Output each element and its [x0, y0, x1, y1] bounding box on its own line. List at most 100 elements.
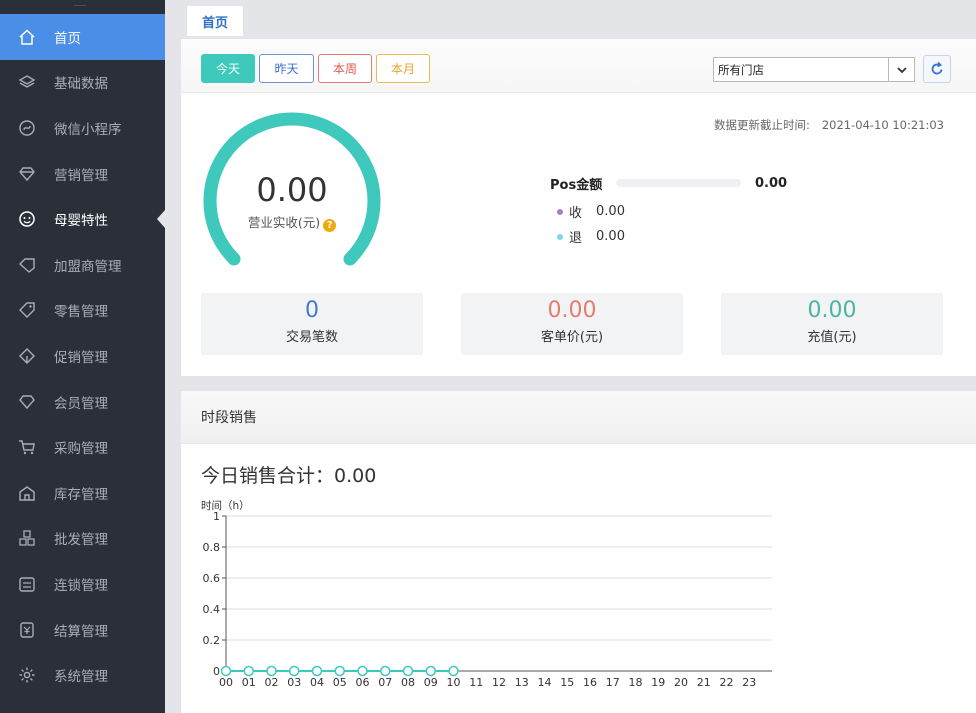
x-tick-label: 09: [424, 676, 438, 689]
x-tick-label: 10: [447, 676, 461, 689]
store-select-value: 所有门店: [718, 62, 764, 77]
sidebar-item-0[interactable]: 首页: [0, 14, 165, 60]
sidebar-collapse-handle[interactable]: [0, 0, 165, 14]
sidebar-item-13[interactable]: 结算管理: [0, 607, 165, 653]
refund-dot-icon: [557, 233, 563, 240]
data-point: [220, 665, 232, 677]
pos-amount-label: Pos金额: [550, 177, 603, 193]
hourly-sales-title: 时段销售: [181, 391, 976, 444]
x-tick-label: 18: [629, 676, 643, 689]
sidebar-item-label: 会员管理: [54, 395, 108, 412]
refresh-button[interactable]: [923, 55, 951, 83]
pos-income: 收 0.00: [557, 202, 625, 221]
home-icon: [17, 27, 37, 47]
sidebar-item-4[interactable]: 母婴特性: [0, 196, 165, 242]
pos-income-label: 收: [569, 206, 583, 221]
sidebar-item-5[interactable]: 加盟商管理: [0, 242, 165, 288]
sidebar-item-10[interactable]: 库存管理: [0, 470, 165, 516]
sidebar-item-1[interactable]: 基础数据: [0, 60, 165, 106]
sidebar-item-label: 首页: [54, 30, 81, 47]
pos-amount-row: Pos金额 0.00: [550, 175, 788, 193]
y-tick-label: 0.8: [203, 541, 221, 554]
sidebar-item-12[interactable]: 连锁管理: [0, 561, 165, 607]
settlement-icon: [17, 620, 37, 640]
y-tick-label: 0.6: [203, 572, 221, 585]
stat-value: 0.00: [547, 298, 597, 323]
data-point: [289, 665, 300, 677]
stat-label: 交易笔数: [285, 330, 338, 345]
sidebar-item-9[interactable]: 采购管理: [0, 424, 165, 470]
help-icon[interactable]: ?: [323, 219, 337, 232]
hourly-sales-card: 时段销售 今日销售合计：0.00 时间（h） 0 0.2 0.4 0.6 0.8 1 00 0…: [181, 391, 976, 713]
sidebar-item-label: 基础数据: [54, 76, 108, 93]
refresh-icon: [931, 61, 943, 75]
x-tick-label: 04: [310, 676, 324, 689]
period-week-button[interactable]: 本周: [318, 54, 372, 83]
sidebar-item-2[interactable]: 微信小程序: [0, 105, 165, 151]
x-tick-label: 21: [697, 676, 711, 689]
sidebar-item-14[interactable]: 系统管理: [0, 652, 165, 698]
franchise-icon: [17, 255, 37, 275]
x-tick-label: 16: [583, 676, 597, 689]
gauge-value: 0.00: [256, 171, 328, 209]
pos-income-value: 0.00: [596, 204, 625, 219]
sidebar-item-3[interactable]: 营销管理: [0, 151, 165, 197]
y-tick-label: 0.2: [203, 634, 221, 647]
data-point: [448, 665, 459, 677]
sidebar-item-label: 结算管理: [54, 623, 108, 640]
sidebar-item-7[interactable]: 促销管理: [0, 333, 165, 379]
stat-recharge: 0.00 充值(元): [721, 293, 943, 355]
sidebar-item-label: 零售管理: [54, 304, 108, 321]
warehouse-icon: [17, 483, 37, 503]
sidebar-item-label: 促销管理: [54, 349, 108, 366]
x-tick-label: 05: [333, 676, 347, 689]
store-select[interactable]: 所有门店: [713, 57, 915, 82]
x-tick-label: 22: [720, 676, 734, 689]
chevron-down-icon[interactable]: [888, 58, 914, 81]
period-yesterday-button[interactable]: 昨天: [259, 54, 314, 83]
stat-avg-price: 0.00 客单价(元): [461, 293, 683, 355]
x-tick-label: 08: [401, 676, 415, 689]
sidebar-item-label: 批发管理: [54, 532, 108, 549]
sidebar-item-label: 采购管理: [54, 441, 108, 458]
x-tick-label: 00: [219, 676, 233, 689]
hourly-sales-chart: 00.20.40.60.8100 01 02 03 04 05 06 07 08 09 10 11 12…: [203, 511, 772, 689]
stat-value: 0: [305, 298, 319, 323]
miniprogram-icon: [17, 118, 37, 138]
sidebar-item-11[interactable]: 批发管理: [0, 516, 165, 562]
cart-icon: [17, 437, 37, 457]
income-dot-icon: [557, 208, 563, 215]
pos-amount-value: 0.00: [755, 175, 788, 191]
promo-icon: [17, 346, 37, 366]
x-tick-label: 23: [742, 676, 756, 689]
sidebar-item-6[interactable]: 零售管理: [0, 288, 165, 334]
gauge-label-text: 营业实收(元): [247, 215, 321, 230]
x-tick-label: 07: [378, 676, 392, 689]
sidebar-item-label: 系统管理: [54, 669, 108, 686]
tab-home[interactable]: 首页: [187, 6, 243, 36]
x-tick-label: 03: [287, 676, 301, 689]
boxes-icon: [17, 528, 37, 548]
data-point: [357, 665, 368, 677]
period-month-button[interactable]: 本月: [376, 54, 430, 83]
x-tick-label: 15: [560, 676, 574, 689]
layers-icon: [17, 72, 37, 92]
data-point: [311, 665, 323, 677]
tag-icon: [17, 300, 37, 320]
member-icon: [17, 392, 37, 412]
pos-refund-value: 0.00: [596, 229, 625, 244]
update-time: 数据更新截止时间: 2021-04-10 10:21:03: [714, 117, 944, 133]
y-tick-label: 0.4: [203, 603, 221, 616]
x-tick-label: 01: [242, 676, 256, 689]
pos-refund-label: 退: [569, 231, 583, 246]
data-point: [380, 665, 391, 677]
sidebar-item-label: 营销管理: [54, 167, 108, 184]
x-tick-label: 11: [469, 676, 483, 689]
update-time-label: 数据更新截止时间:: [713, 118, 810, 132]
sidebar-menu: 首页基础数据微信小程序营销管理母婴特性 加盟商管理零售管理促销管理会员管理采购管理…: [0, 14, 165, 698]
tab-bar: 首页: [165, 0, 976, 38]
x-tick-label: 02: [265, 676, 279, 689]
period-today-button[interactable]: 今天: [201, 54, 255, 83]
sidebar-item-8[interactable]: 会员管理: [0, 379, 165, 425]
data-point: [402, 665, 414, 677]
